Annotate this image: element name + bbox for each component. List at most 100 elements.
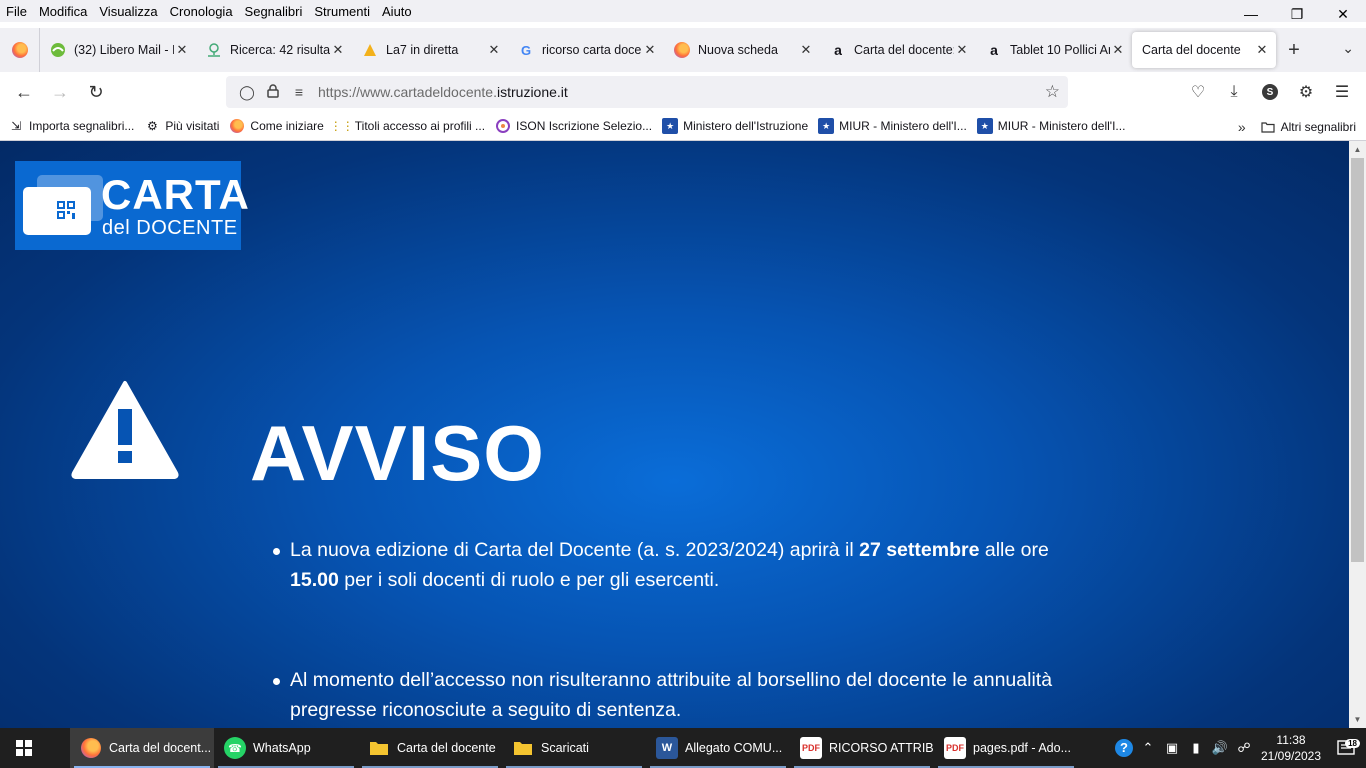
warning-icon: [71, 381, 179, 479]
tab-nuova-scheda[interactable]: Nuova scheda ✕: [664, 32, 820, 68]
start-button[interactable]: [0, 728, 48, 768]
tab-title: Carta del docente: [1142, 43, 1241, 57]
bookmark-miur-2[interactable]: ★ MIUR - Ministero dell'I...: [976, 118, 1125, 134]
notice-item: La nuova edizione di Carta del Docente (…: [273, 535, 1090, 595]
taskbar-whatsapp[interactable]: ☎ WhatsApp: [214, 728, 358, 768]
notifications-button[interactable]: 18: [1326, 739, 1366, 756]
close-tab-icon[interactable]: ✕: [330, 42, 346, 58]
menu-bar: File Modifica Visualizza Cronologia Segn…: [0, 0, 1366, 22]
close-tab-icon[interactable]: ✕: [174, 42, 190, 58]
taskbar-word-doc[interactable]: W Allegato COMU...: [646, 728, 790, 768]
tab-list-chevron-icon[interactable]: ⌄: [1342, 40, 1354, 57]
scroll-down-icon[interactable]: ▼: [1349, 711, 1366, 728]
ministry-icon: ★: [662, 118, 679, 134]
tab-ricerca[interactable]: Ricerca: 42 risultati ✕: [196, 32, 352, 68]
forward-button[interactable]: →: [42, 76, 78, 108]
tab-amazon-tablet[interactable]: a Tablet 10 Pollici An ✕: [976, 32, 1132, 68]
tab-libero-mail[interactable]: (32) Libero Mail - I ✕: [40, 32, 196, 68]
taskbar-pdf-pages[interactable]: PDF pages.pdf - Ado...: [934, 728, 1078, 768]
tab-amazon-carta[interactable]: a Carta del docente: ✕: [820, 32, 976, 68]
close-tab-icon[interactable]: ✕: [642, 42, 658, 58]
menu-strumenti[interactable]: Strumenti: [314, 4, 370, 19]
logo-subtitle: del DOCENTE: [102, 217, 238, 239]
volume-icon[interactable]: 🔊: [1208, 740, 1232, 756]
close-tab-icon[interactable]: ✕: [954, 42, 970, 58]
menu-file[interactable]: File: [6, 4, 27, 19]
shield-icon[interactable]: ◯: [234, 84, 260, 101]
firefox-icon: [80, 737, 102, 759]
taskbar-pdf-ricorso[interactable]: PDF RICORSO ATTRIB...: [790, 728, 934, 768]
scroll-up-icon[interactable]: ▲: [1349, 141, 1366, 158]
page-content: CARTA del DOCENTE AVVISO La nuova edizio…: [0, 141, 1349, 728]
other-bookmarks-button[interactable]: Altri segnalibri: [1260, 119, 1356, 135]
menu-segnalibri[interactable]: Segnalibri: [245, 4, 303, 19]
minimize-icon[interactable]: —: [1228, 0, 1274, 28]
network-icon[interactable]: ☍: [1232, 740, 1256, 756]
firefox-icon: [674, 42, 690, 58]
restore-icon[interactable]: ❐: [1274, 0, 1320, 28]
menu-visualizza[interactable]: Visualizza: [99, 4, 157, 19]
gear-icon: ⚙: [147, 119, 158, 133]
la7-icon: [362, 42, 378, 58]
extensions-icon[interactable]: ⚙: [1288, 76, 1324, 108]
tab-la7[interactable]: La7 in diretta ✕: [352, 32, 508, 68]
page-heading: AVVISO: [250, 409, 545, 497]
chevron-up-icon[interactable]: ⌃: [1136, 740, 1160, 756]
bookmark-piu-visitati[interactable]: ⚙ Più visitati: [144, 118, 219, 134]
firefox-view-button[interactable]: [0, 28, 40, 72]
bookmark-ison[interactable]: ISON Iscrizione Selezio...: [495, 118, 652, 134]
bookmark-miur-1[interactable]: ★ MIUR - Ministero dell'I...: [818, 118, 967, 134]
carta-del-docente-logo[interactable]: CARTA del DOCENTE: [15, 161, 249, 250]
scrollbar-thumb[interactable]: [1351, 158, 1364, 562]
bookmark-star-icon[interactable]: ☆: [1045, 82, 1060, 102]
pdf-icon: PDF: [944, 737, 966, 759]
system-tray: ? ⌃ ▣ ▮ 🔊 ☍ 11:38 21/09/2023 18: [1112, 728, 1366, 768]
amazon-icon: a: [834, 42, 842, 58]
word-icon: W: [656, 737, 678, 759]
tab-google-search[interactable]: G ricorso carta docer ✕: [508, 32, 664, 68]
close-tab-icon[interactable]: ✕: [798, 42, 814, 58]
back-button[interactable]: ←: [6, 76, 42, 108]
logo-title: CARTA: [101, 171, 250, 218]
chevron-right-icon[interactable]: »: [1238, 119, 1246, 135]
display-icon[interactable]: ▣: [1160, 740, 1184, 756]
close-tab-icon[interactable]: ✕: [1254, 42, 1270, 58]
url-text[interactable]: https://www.cartadeldocente.istruzione.i…: [318, 84, 568, 100]
amazon-icon: a: [990, 42, 998, 58]
permissions-icon[interactable]: ≡: [286, 84, 312, 100]
battery-icon[interactable]: ▮: [1184, 740, 1208, 756]
taskbar-firefox[interactable]: Carta del docent...: [70, 728, 214, 768]
tab-title: Carta del docente:: [854, 43, 954, 57]
bookmark-titoli-accesso[interactable]: ⋮⋮ Titoli accesso ai profili ...: [330, 118, 485, 134]
avatar: S: [1262, 84, 1278, 100]
close-tab-icon[interactable]: ✕: [1110, 42, 1126, 58]
new-tab-button[interactable]: +: [1276, 32, 1312, 68]
bookmark-come-iniziare[interactable]: Come iniziare: [229, 118, 324, 134]
clock[interactable]: 11:38 21/09/2023: [1256, 732, 1326, 764]
address-bar[interactable]: ◯ ≡ https://www.cartadeldocente.istruzio…: [226, 76, 1068, 108]
tab-carta-docente-active[interactable]: Carta del docente ✕: [1132, 32, 1276, 68]
bookmark-importa[interactable]: ⇲ Importa segnalibri...: [8, 118, 134, 134]
bookmark-ministero[interactable]: ★ Ministero dell'Istruzione: [662, 118, 808, 134]
taskbar-folder-carta[interactable]: Carta del docente: [358, 728, 502, 768]
vertical-scrollbar[interactable]: ▲ ▼: [1349, 141, 1366, 728]
menu-cronologia[interactable]: Cronologia: [170, 4, 233, 19]
lock-icon[interactable]: [260, 83, 286, 101]
notification-count: 18: [1345, 739, 1360, 748]
import-icon: ⇲: [10, 119, 22, 133]
menu-aiuto[interactable]: Aiuto: [382, 4, 412, 19]
tab-title: Nuova scheda: [698, 43, 778, 57]
reload-button[interactable]: ↻: [78, 76, 114, 108]
pocket-icon[interactable]: ♡: [1180, 76, 1216, 108]
taskbar-folder-scaricati[interactable]: Scaricati: [502, 728, 646, 768]
close-tab-icon[interactable]: ✕: [486, 42, 502, 58]
ministry-icon: ★: [818, 118, 835, 134]
notice-list: La nuova edizione di Carta del Docente (…: [273, 535, 1090, 725]
menu-modifica[interactable]: Modifica: [39, 4, 87, 19]
help-icon[interactable]: ?: [1112, 739, 1136, 757]
windows-icon: [16, 740, 32, 756]
hamburger-menu-icon[interactable]: ☰: [1324, 76, 1360, 108]
close-window-icon[interactable]: ✕: [1320, 0, 1366, 28]
downloads-icon[interactable]: ⤓: [1216, 76, 1252, 108]
account-button[interactable]: S: [1252, 76, 1288, 108]
